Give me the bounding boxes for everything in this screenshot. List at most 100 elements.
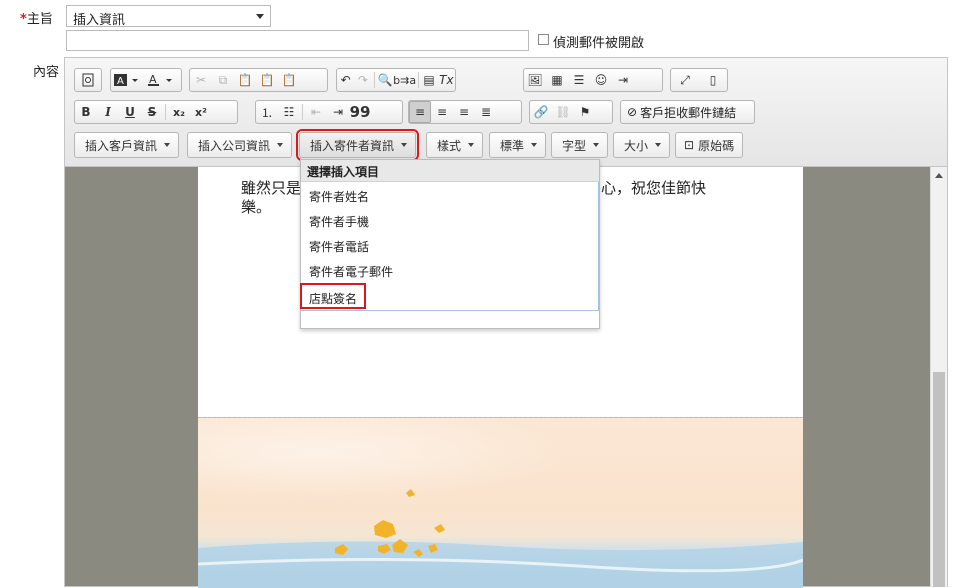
menu-item-sender-email[interactable]: 寄件者電子郵件 bbox=[301, 257, 599, 282]
paste-text-button[interactable]: 📋 bbox=[256, 69, 278, 91]
undo-icon: ↶ bbox=[340, 73, 351, 87]
dropdown-label: 樣式 bbox=[437, 138, 462, 153]
font-dropdown[interactable]: 字型 bbox=[551, 132, 609, 158]
bullet-list-icon: ☷ bbox=[283, 105, 295, 119]
dropdown-label: 字型 bbox=[562, 138, 587, 153]
bold-button[interactable]: B bbox=[75, 101, 97, 123]
toolbar-group-edit: ↶ ↷ 🔍 b⇉a ▤ Tx bbox=[336, 68, 456, 92]
unsubscribe-icon: ⊘ bbox=[627, 105, 638, 119]
editor-scrollbar[interactable] bbox=[930, 167, 947, 587]
link-icon: 🔗 bbox=[533, 105, 549, 119]
toolbar-group-preview bbox=[74, 68, 102, 92]
insert-customer-info-dropdown[interactable]: 插入客戶資訊 bbox=[74, 132, 180, 158]
toolbar-separator bbox=[373, 72, 375, 88]
bg-color-button[interactable]: A bbox=[111, 69, 145, 91]
text-color-button[interactable]: A bbox=[145, 69, 179, 91]
flag-icon: ⚑ bbox=[579, 105, 591, 119]
subject-insert-select[interactable]: 插入資訊 bbox=[66, 5, 271, 28]
underline-button[interactable]: U bbox=[119, 101, 141, 123]
image-button[interactable]: 🖼 bbox=[524, 69, 546, 91]
menu-frame-line bbox=[301, 310, 599, 311]
dropdown-label: 插入公司資訊 bbox=[198, 138, 271, 153]
superscript-button[interactable]: x² bbox=[190, 101, 212, 123]
toolbar-separator bbox=[165, 104, 166, 120]
chevron-down-icon bbox=[468, 143, 475, 147]
menu-item-sender-mobile[interactable]: 寄件者手機 bbox=[301, 207, 599, 232]
source-button[interactable]: ⊡ 原始碼 bbox=[675, 132, 744, 158]
remove-format-button[interactable]: Tx bbox=[438, 69, 455, 91]
clipboard-text-icon: 📋 bbox=[259, 73, 275, 87]
align-center-button[interactable]: ≡ bbox=[431, 101, 453, 123]
svg-text:A: A bbox=[117, 76, 124, 87]
redo-button[interactable]: ↷ bbox=[354, 69, 371, 91]
copy-button[interactable]: ⧉ bbox=[212, 69, 234, 91]
find-button[interactable]: 🔍 bbox=[376, 69, 393, 91]
source-label: 原始碼 bbox=[698, 138, 735, 153]
numbered-list-button[interactable]: ⒈ bbox=[256, 101, 278, 123]
indent-button[interactable]: ⇥ bbox=[327, 101, 349, 123]
subscript-button[interactable]: x₂ bbox=[168, 101, 190, 123]
subject-input[interactable] bbox=[66, 30, 529, 51]
toolbar-group-paragraph: ⒈ ☷ ⇤ ⇥ 99 bbox=[255, 100, 403, 124]
chevron-down-icon bbox=[593, 143, 600, 147]
source-icon: ⊡ bbox=[684, 138, 695, 152]
horizontal-line-button[interactable]: ☰ bbox=[568, 69, 590, 91]
painted-flowers-illustration bbox=[198, 489, 803, 588]
size-dropdown[interactable]: 大小 bbox=[613, 132, 671, 158]
align-right-icon: ≡ bbox=[458, 105, 470, 119]
track-open-label: 偵測郵件被開啟 bbox=[553, 36, 645, 51]
insert-sender-info-dropdown[interactable]: 插入寄件者資訊 bbox=[295, 129, 420, 161]
menu-item-store-signature[interactable]: 店點簽名 bbox=[299, 283, 367, 309]
preview-button[interactable] bbox=[75, 69, 101, 91]
clipboard-word-icon: 📋 bbox=[281, 73, 297, 87]
menu-item-sender-phone[interactable]: 寄件者電話 bbox=[301, 232, 599, 257]
undo-button[interactable]: ↶ bbox=[337, 69, 354, 91]
horizontal-line-icon: ☰ bbox=[573, 73, 585, 87]
bullet-list-button[interactable]: ☷ bbox=[278, 101, 300, 123]
paste-button[interactable]: 📋 bbox=[234, 69, 256, 91]
paste-word-button[interactable]: 📋 bbox=[278, 69, 300, 91]
insert-sender-info-menu: 選擇插入項目 寄件者姓名 寄件者手機 寄件者電話 寄件者電子郵件 店點簽名 bbox=[299, 159, 600, 329]
outdent-icon: ⇤ bbox=[310, 105, 322, 119]
maximize-button[interactable]: ⤢ bbox=[671, 69, 699, 91]
select-all-icon: ▤ bbox=[423, 73, 435, 87]
toolbar-group-insert: 🖼 ▦ ☰ ☺ ⇥ bbox=[523, 68, 663, 92]
show-blocks-button[interactable]: ▯ bbox=[699, 69, 727, 91]
replace-button[interactable]: b⇉a bbox=[393, 69, 416, 91]
smiley-button[interactable]: ☺ bbox=[590, 69, 612, 91]
table-button[interactable]: ▦ bbox=[546, 69, 568, 91]
cut-button[interactable]: ✂ bbox=[190, 69, 212, 91]
chevron-down-icon bbox=[655, 143, 662, 147]
unsubscribe-link-button[interactable]: ⊘ 客戶拒收郵件鏈結 bbox=[620, 100, 755, 124]
italic-button[interactable]: I bbox=[97, 101, 119, 123]
anchor-button[interactable]: ⚑ bbox=[574, 101, 596, 123]
align-right-button[interactable]: ≡ bbox=[453, 101, 475, 123]
align-left-button[interactable]: ≡ bbox=[409, 101, 431, 123]
clipboard-icon: 📋 bbox=[237, 73, 253, 87]
page-break-icon: ⇥ bbox=[617, 73, 629, 87]
chevron-down-icon bbox=[401, 143, 408, 147]
page-break-button[interactable]: ⇥ bbox=[612, 69, 634, 91]
smiley-icon: ☺ bbox=[594, 73, 608, 87]
required-star: * bbox=[20, 12, 27, 27]
toolbar-group-view: ⤢ ▯ bbox=[670, 68, 728, 92]
track-open-checkbox[interactable] bbox=[538, 34, 549, 45]
maximize-icon: ⤢ bbox=[680, 72, 690, 87]
insert-company-info-dropdown[interactable]: 插入公司資訊 bbox=[187, 132, 293, 158]
align-justify-button[interactable]: ≣ bbox=[475, 101, 497, 123]
align-center-icon: ≡ bbox=[436, 105, 448, 119]
unlink-button[interactable]: ⛓ bbox=[552, 101, 574, 123]
scroll-up-arrow-icon[interactable] bbox=[935, 173, 943, 178]
outdent-button[interactable]: ⇤ bbox=[305, 101, 327, 123]
menu-header: 選擇插入項目 bbox=[301, 160, 599, 182]
styles-dropdown[interactable]: 樣式 bbox=[426, 132, 484, 158]
link-button[interactable]: 🔗 bbox=[530, 101, 552, 123]
format-dropdown[interactable]: 標準 bbox=[489, 132, 547, 158]
scissors-icon: ✂ bbox=[195, 73, 207, 87]
subject-label-row: *主旨 bbox=[20, 8, 53, 27]
select-all-button[interactable]: ▤ bbox=[420, 69, 437, 91]
scrollbar-thumb[interactable] bbox=[933, 372, 945, 587]
menu-item-sender-name[interactable]: 寄件者姓名 bbox=[301, 182, 599, 207]
strike-button[interactable]: S bbox=[141, 101, 163, 123]
blockquote-button[interactable]: 99 bbox=[349, 101, 371, 123]
